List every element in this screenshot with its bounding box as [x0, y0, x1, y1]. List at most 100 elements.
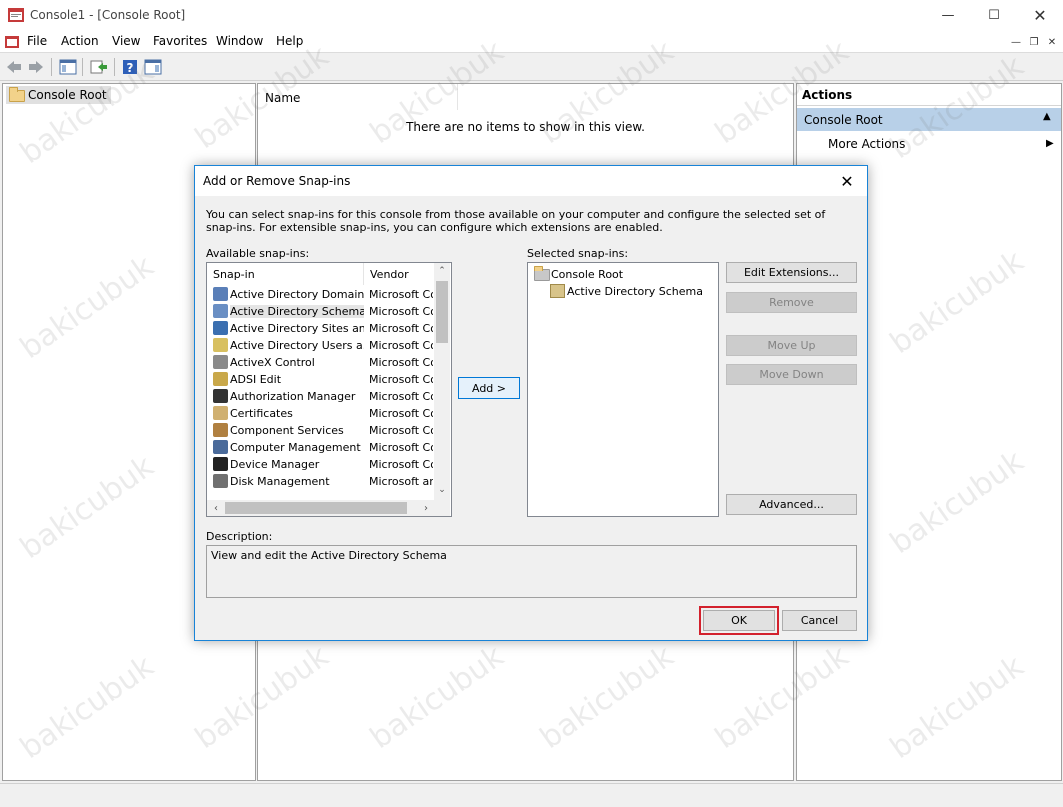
collapse-triangle-icon[interactable]: ▲: [1043, 111, 1051, 122]
add-remove-snapins-dialog: Add or Remove Snap-ins ✕ You can select …: [194, 165, 868, 641]
selected-item-label: Active Directory Schema: [567, 285, 703, 298]
show-hide-tree-icon[interactable]: [58, 57, 78, 77]
export-list-icon[interactable]: [89, 57, 109, 77]
dialog-close-icon[interactable]: ✕: [835, 170, 859, 192]
dialog-titlebar: Add or Remove Snap-ins ✕: [195, 166, 867, 196]
column-header-name[interactable]: Name: [258, 84, 458, 110]
selected-item-label: Console Root: [551, 268, 624, 281]
snapin-name: Active Directory Users a...: [230, 339, 364, 352]
selected-snapins-label: Selected snap-ins:: [527, 247, 629, 260]
vertical-scrollbar[interactable]: ⌃ ⌄: [434, 263, 450, 500]
toolbar-separator: [51, 58, 52, 76]
scroll-right-icon[interactable]: ›: [419, 500, 433, 516]
snapin-row[interactable]: Computer Management Microsoft Cor: [207, 439, 435, 456]
more-actions-item[interactable]: More Actions: [828, 137, 905, 151]
snapin-icon: [213, 406, 228, 420]
snapin-vendor: Microsoft Cor: [369, 424, 433, 437]
forward-arrow-icon[interactable]: [26, 57, 46, 77]
snapin-row[interactable]: Component Services Microsoft Cor: [207, 422, 435, 439]
snapin-name: Computer Management: [230, 441, 361, 454]
snapin-vendor: Microsoft Cor: [369, 407, 433, 420]
schema-icon: [550, 284, 565, 298]
snapin-vendor: Microsoft Cor: [369, 373, 433, 386]
snapin-icon: [213, 338, 228, 352]
snapin-row[interactable]: ActiveX Control Microsoft Cor: [207, 354, 435, 371]
snapin-row[interactable]: Active Directory Users a... Microsoft Cor: [207, 337, 435, 354]
mdi-close-icon[interactable]: ✕: [1044, 34, 1060, 50]
snapin-vendor: Microsoft Cor: [369, 339, 433, 352]
mdi-minimize-icon[interactable]: —: [1008, 34, 1024, 50]
snapin-icon: [213, 440, 228, 454]
selected-item-active-directory-schema[interactable]: Active Directory Schema: [550, 283, 718, 299]
scroll-left-icon[interactable]: ‹: [209, 500, 223, 516]
menu-favorites[interactable]: Favorites: [153, 34, 207, 48]
snapin-name: Authorization Manager: [230, 390, 356, 403]
add-button[interactable]: Add >: [458, 377, 520, 399]
edit-extensions-button[interactable]: Edit Extensions...: [726, 262, 857, 283]
menu-window[interactable]: Window: [216, 34, 263, 48]
snapin-row[interactable]: Device Manager Microsoft Cor: [207, 456, 435, 473]
console-icon[interactable]: [4, 34, 20, 50]
menu-action[interactable]: Action: [61, 34, 99, 48]
snapin-vendor: Microsoft Cor: [369, 288, 433, 301]
menu-help[interactable]: Help: [276, 34, 303, 48]
close-button[interactable]: ✕: [1017, 0, 1063, 31]
status-bar: [0, 783, 1063, 807]
snapin-row[interactable]: Certificates Microsoft Cor: [207, 405, 435, 422]
snapin-row[interactable]: Active Directory Schema Microsoft Cor: [207, 303, 435, 320]
snapin-icon: [213, 474, 228, 488]
snapin-name: Certificates: [230, 407, 293, 420]
snapin-icon: [213, 389, 228, 403]
advanced-button[interactable]: Advanced...: [726, 494, 857, 515]
snapin-name: ADSI Edit: [230, 373, 282, 386]
scroll-down-icon[interactable]: ⌄: [434, 482, 450, 498]
snapin-vendor: Microsoft and: [369, 475, 433, 488]
tree-item-console-root[interactable]: Console Root: [6, 86, 111, 104]
horizontal-scrollbar[interactable]: ‹ ›: [207, 500, 450, 516]
available-snapins-list[interactable]: Snap-in Vendor Active Directory Domains.…: [206, 262, 452, 517]
snapin-row[interactable]: Disk Management Microsoft and: [207, 473, 435, 490]
toolbar: ?: [0, 54, 1063, 81]
selected-item-console-root[interactable]: Console Root: [534, 266, 714, 282]
maximize-button[interactable]: ☐: [971, 0, 1017, 31]
description-text: View and edit the Active Directory Schem…: [211, 549, 447, 562]
toolbar-separator: [82, 58, 83, 76]
snapin-name: ActiveX Control: [230, 356, 315, 369]
menu-file[interactable]: File: [27, 34, 47, 48]
snapin-icon: [213, 287, 228, 301]
actions-section-console-root[interactable]: Console Root ▲: [797, 108, 1061, 131]
minimize-button[interactable]: —: [925, 0, 971, 31]
tree-item-label: Console Root: [28, 88, 107, 102]
move-up-button[interactable]: Move Up: [726, 335, 857, 356]
snapin-vendor: Microsoft Cor: [369, 356, 433, 369]
selected-snapins-tree[interactable]: Console Root Active Directory Schema: [527, 262, 719, 517]
horizontal-scroll-thumb[interactable]: [225, 502, 407, 514]
move-down-button[interactable]: Move Down: [726, 364, 857, 385]
menu-view[interactable]: View: [112, 34, 140, 48]
vertical-scroll-thumb[interactable]: [436, 281, 448, 343]
mdi-restore-icon[interactable]: ❐: [1026, 34, 1042, 50]
available-snapins-label: Available snap-ins:: [206, 247, 310, 260]
help-icon[interactable]: ?: [120, 57, 140, 77]
snapin-icon: [213, 321, 228, 335]
cancel-button[interactable]: Cancel: [782, 610, 857, 631]
column-header-snapin[interactable]: Snap-in: [207, 263, 364, 285]
window-title: Console1 - [Console Root]: [30, 8, 186, 22]
snapin-row[interactable]: ADSI Edit Microsoft Cor: [207, 371, 435, 388]
show-hide-action-pane-icon[interactable]: [143, 57, 163, 77]
scroll-up-icon[interactable]: ⌃: [434, 263, 450, 279]
column-header-vendor[interactable]: Vendor: [364, 263, 434, 285]
snapin-row[interactable]: Active Directory Sites an... Microsoft Co…: [207, 320, 435, 337]
back-arrow-icon[interactable]: [4, 57, 24, 77]
remove-button[interactable]: Remove: [726, 292, 857, 313]
snapin-vendor: Microsoft Cor: [369, 322, 433, 335]
snapin-icon: [213, 457, 228, 471]
folder-icon: [534, 266, 550, 281]
snapin-name: Disk Management: [230, 475, 330, 488]
ok-button[interactable]: OK: [703, 610, 775, 631]
snapin-row[interactable]: Active Directory Domains... Microsoft Cor: [207, 286, 435, 303]
snapin-row[interactable]: Authorization Manager Microsoft Cor: [207, 388, 435, 405]
mmc-app-icon: [8, 8, 24, 22]
snapin-vendor: Microsoft Cor: [369, 458, 433, 471]
window-titlebar: Console1 - [Console Root] — ☐ ✕: [0, 0, 1063, 31]
